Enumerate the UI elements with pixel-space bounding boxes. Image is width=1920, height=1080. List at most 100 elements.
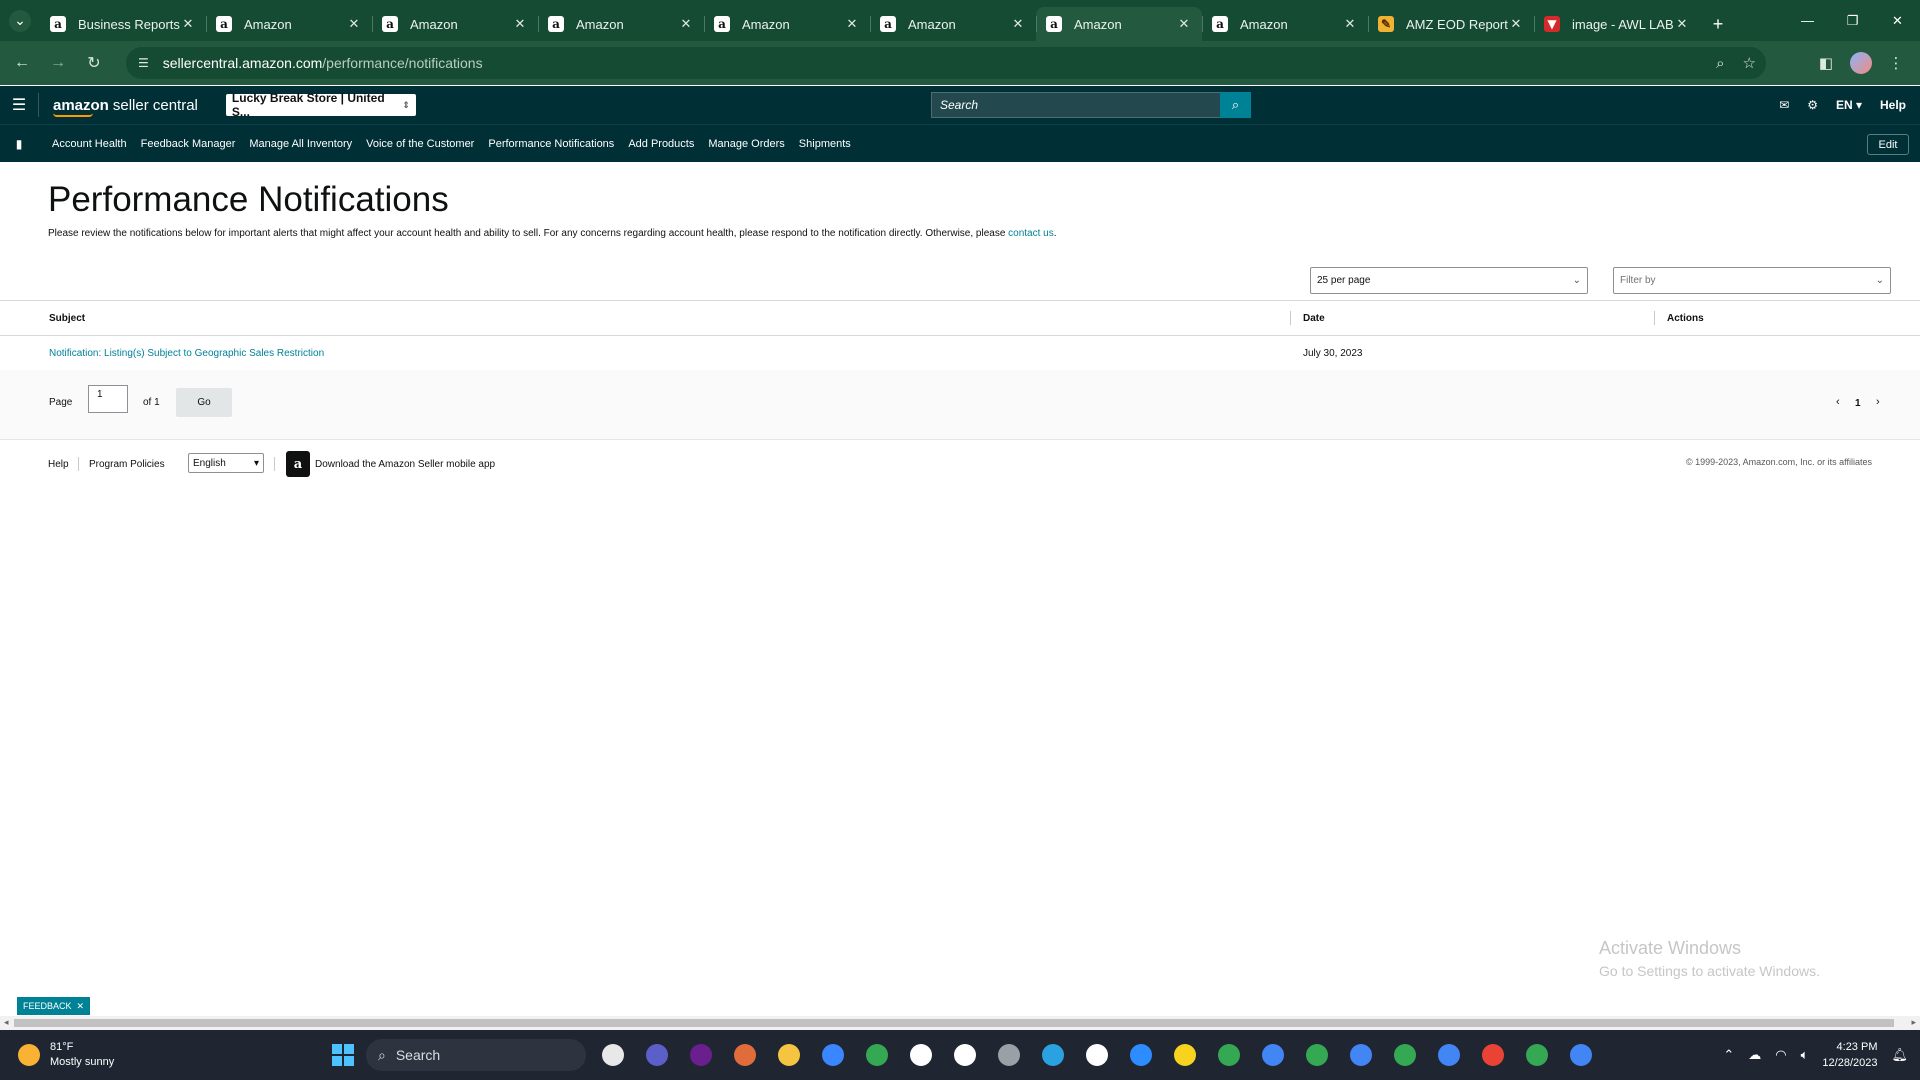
next-page-icon[interactable]: ›: [1876, 396, 1880, 408]
close-tab-icon[interactable]: ✕: [180, 16, 196, 32]
taskbar-app-icon[interactable]: [1432, 1038, 1466, 1072]
taskbar-app-icon[interactable]: [1080, 1038, 1114, 1072]
reload-button[interactable]: ↻: [76, 45, 112, 81]
browser-tab[interactable]: a Amazon ✕: [538, 7, 704, 41]
restore-icon[interactable]: ❐: [1830, 0, 1875, 41]
browser-tab[interactable]: a Amazon ✕: [1036, 7, 1202, 41]
close-tab-icon[interactable]: ✕: [1176, 16, 1192, 32]
taskbar-app-icon[interactable]: [1212, 1038, 1246, 1072]
tab-search-button[interactable]: ⌄: [0, 0, 40, 41]
browser-tab[interactable]: a Amazon ✕: [1202, 7, 1368, 41]
help-link[interactable]: Help: [1880, 98, 1906, 112]
taskbar-app-icon[interactable]: [904, 1038, 938, 1072]
cloud-icon[interactable]: ☁: [1748, 1047, 1761, 1063]
browser-tab[interactable]: a Business Reports ✕: [40, 7, 206, 41]
nav-performance-notifications[interactable]: Performance Notifications: [488, 138, 614, 150]
seller-central-logo[interactable]: amazon seller central: [38, 93, 212, 117]
scroll-left-icon[interactable]: ◂: [4, 1017, 9, 1028]
forward-button[interactable]: →: [40, 45, 76, 81]
taskbar-app-icon[interactable]: [596, 1038, 630, 1072]
close-icon[interactable]: ✕: [1875, 0, 1920, 41]
clock[interactable]: 4:23 PM 12/28/2023: [1822, 1039, 1877, 1071]
nav-shipments[interactable]: Shipments: [799, 138, 851, 150]
close-icon[interactable]: ✕: [76, 1001, 84, 1012]
more-menu-icon[interactable]: ⋮: [1882, 49, 1910, 77]
start-button[interactable]: [326, 1038, 360, 1072]
footer-help-link[interactable]: Help: [48, 459, 69, 470]
gear-icon[interactable]: ⚙: [1807, 98, 1818, 112]
taskbar-app-icon[interactable]: [684, 1038, 718, 1072]
taskbar-app-icon[interactable]: [1344, 1038, 1378, 1072]
download-app-link[interactable]: Download the Amazon Seller mobile app: [315, 459, 495, 470]
page-number-input[interactable]: 1: [88, 385, 128, 413]
notification-bell-icon[interactable]: 🔔︎: [1891, 1047, 1908, 1063]
taskbar-app-icon[interactable]: [816, 1038, 850, 1072]
close-tab-icon[interactable]: ✕: [1674, 16, 1690, 32]
close-tab-icon[interactable]: ✕: [1010, 16, 1026, 32]
minimize-icon[interactable]: —: [1785, 0, 1830, 41]
taskbar-app-icon[interactable]: [640, 1038, 674, 1072]
language-switcher[interactable]: EN ▾: [1836, 98, 1862, 112]
taskbar-app-icon[interactable]: [1476, 1038, 1510, 1072]
profile-avatar[interactable]: [1850, 52, 1872, 74]
taskbar-app-icon[interactable]: [1564, 1038, 1598, 1072]
back-button[interactable]: ←: [4, 45, 40, 81]
edit-nav-button[interactable]: Edit: [1867, 134, 1909, 155]
nav-voice-of-customer[interactable]: Voice of the Customer: [366, 138, 474, 150]
taskbar-app-icon[interactable]: [1124, 1038, 1158, 1072]
mail-icon[interactable]: ✉: [1779, 98, 1789, 112]
program-policies-link[interactable]: Program Policies: [89, 459, 165, 470]
wifi-icon[interactable]: ◠: [1775, 1047, 1786, 1063]
browser-tab[interactable]: a Amazon ✕: [870, 7, 1036, 41]
filter-select[interactable]: Filter by ⌄: [1613, 267, 1891, 294]
column-subject[interactable]: Subject: [49, 313, 85, 324]
close-tab-icon[interactable]: ✕: [678, 16, 694, 32]
hamburger-menu-icon[interactable]: ☰: [0, 86, 38, 124]
close-tab-icon[interactable]: ✕: [844, 16, 860, 32]
browser-tab[interactable]: a Amazon ✕: [704, 7, 870, 41]
weather-widget[interactable]: 81°F Mostly sunny: [18, 1040, 114, 1070]
bookmark-icon[interactable]: ▮: [0, 125, 38, 163]
go-button[interactable]: Go: [176, 388, 232, 417]
scrollbar-thumb[interactable]: [14, 1019, 1894, 1027]
chevron-up-icon[interactable]: ⌃: [1723, 1047, 1734, 1063]
seller-search-input[interactable]: Search: [931, 92, 1220, 118]
side-panel-icon[interactable]: ◧: [1812, 49, 1840, 77]
zoom-icon[interactable]: ⌕: [1716, 55, 1724, 72]
current-page-number[interactable]: 1: [1855, 398, 1861, 409]
close-tab-icon[interactable]: ✕: [1342, 16, 1358, 32]
taskbar-app-icon[interactable]: [1300, 1038, 1334, 1072]
taskbar-app-icon[interactable]: [860, 1038, 894, 1072]
nav-manage-orders[interactable]: Manage Orders: [708, 138, 784, 150]
taskbar-app-icon[interactable]: [948, 1038, 982, 1072]
search-button[interactable]: ⌕: [1220, 92, 1251, 118]
bookmark-star-icon[interactable]: ☆: [1743, 54, 1756, 72]
close-tab-icon[interactable]: ✕: [1508, 16, 1524, 32]
browser-tab[interactable]: a Amazon ✕: [206, 7, 372, 41]
taskbar-app-icon[interactable]: [1520, 1038, 1554, 1072]
store-selector[interactable]: Lucky Break Store | United S... ⇕: [225, 91, 416, 119]
volume-icon[interactable]: 🔈︎: [1801, 1047, 1809, 1063]
browser-tab[interactable]: ✎ AMZ EOD Report ✕: [1368, 7, 1534, 41]
prev-page-icon[interactable]: ‹: [1836, 396, 1840, 408]
taskbar-app-icon[interactable]: [1168, 1038, 1202, 1072]
close-tab-icon[interactable]: ✕: [512, 16, 528, 32]
taskbar-app-icon[interactable]: [772, 1038, 806, 1072]
contact-us-link[interactable]: contact us: [1008, 228, 1054, 239]
footer-language-select[interactable]: English ▾: [188, 453, 264, 473]
close-tab-icon[interactable]: ✕: [346, 16, 362, 32]
scroll-right-icon[interactable]: ▸: [1911, 1017, 1916, 1028]
taskbar-app-icon[interactable]: [1256, 1038, 1290, 1072]
browser-tab[interactable]: a Amazon ✕: [372, 7, 538, 41]
nav-manage-all-inventory[interactable]: Manage All Inventory: [249, 138, 352, 150]
column-date[interactable]: Date: [1303, 313, 1325, 324]
notification-subject-link[interactable]: Notification: Listing(s) Subject to Geog…: [49, 348, 324, 359]
horizontal-scrollbar[interactable]: ◂ ▸: [0, 1016, 1920, 1030]
per-page-select[interactable]: 25 per page ⌄: [1310, 267, 1588, 294]
feedback-button[interactable]: FEEDBACK ✕: [17, 997, 90, 1015]
taskbar-app-icon[interactable]: [1388, 1038, 1422, 1072]
nav-account-health[interactable]: Account Health: [52, 138, 127, 150]
browser-tab[interactable]: ▼ image - AWL LAB ✕: [1534, 7, 1700, 41]
nav-feedback-manager[interactable]: Feedback Manager: [141, 138, 236, 150]
taskbar-app-icon[interactable]: [728, 1038, 762, 1072]
